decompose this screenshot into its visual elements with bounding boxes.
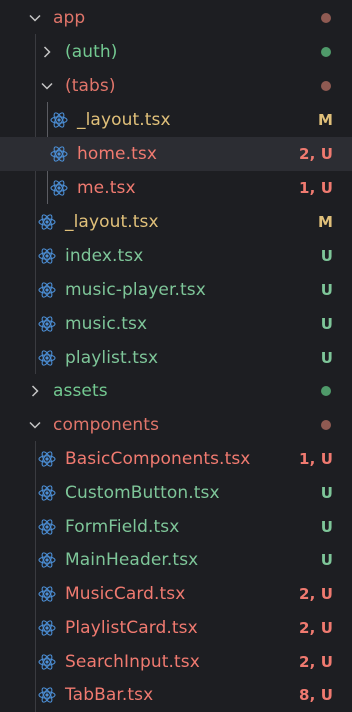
git-status: M <box>317 111 333 129</box>
git-status: 2, U <box>299 145 333 163</box>
react-icon <box>38 349 56 367</box>
file-label: _layout.tsx <box>65 212 159 232</box>
git-status: U <box>320 551 333 569</box>
file-app-layout[interactable]: _layout.tsx M <box>0 205 352 239</box>
git-status: 2, U <box>299 653 333 671</box>
folder-label: (auth) <box>65 42 118 62</box>
git-status: U <box>320 315 333 333</box>
chevron-down-icon <box>27 10 43 26</box>
file-label: BasicComponents.tsx <box>65 449 251 469</box>
file-label: music-player.tsx <box>65 280 206 300</box>
file-label: MusicCard.tsx <box>65 584 186 604</box>
file-label: TabBar.tsx <box>65 685 154 705</box>
git-status: U <box>320 518 333 536</box>
file-label: _layout.tsx <box>77 110 171 130</box>
file-label: MainHeader.tsx <box>65 550 199 570</box>
folder-label: assets <box>53 381 108 401</box>
git-status: M <box>317 213 333 231</box>
file-label: CustomButton.tsx <box>65 483 220 503</box>
folder-auth[interactable]: (auth) <box>0 35 352 69</box>
git-status: U <box>320 281 333 299</box>
react-icon <box>38 619 56 637</box>
react-icon <box>38 450 56 468</box>
react-icon <box>38 518 56 536</box>
folder-app[interactable]: app <box>0 1 352 35</box>
react-icon <box>38 653 56 671</box>
folder-label: app <box>53 8 86 28</box>
react-icon <box>50 179 68 197</box>
status-dot <box>321 13 331 23</box>
git-status: 1, U <box>299 179 333 197</box>
status-dot <box>321 420 331 430</box>
react-icon <box>38 551 56 569</box>
git-status: U <box>320 247 333 265</box>
react-icon <box>38 213 56 231</box>
status-dot <box>321 386 331 396</box>
file-music[interactable]: music.tsx U <box>0 307 352 341</box>
react-icon <box>38 686 56 704</box>
git-status: U <box>320 349 333 367</box>
chevron-right-icon <box>27 383 43 399</box>
react-icon <box>50 111 68 129</box>
react-icon <box>38 281 56 299</box>
file-playlist-card[interactable]: PlaylistCard.tsx 2, U <box>0 611 352 645</box>
file-label: FormField.tsx <box>65 517 180 537</box>
git-status: 8, U <box>299 686 333 704</box>
git-status: 2, U <box>299 585 333 603</box>
file-label: SearchInput.tsx <box>65 652 200 672</box>
folder-components[interactable]: components <box>0 408 352 442</box>
folder-label: components <box>53 415 160 435</box>
file-search-input[interactable]: SearchInput.tsx 2, U <box>0 645 352 679</box>
react-icon <box>38 484 56 502</box>
file-custom-button[interactable]: CustomButton.tsx U <box>0 476 352 510</box>
file-explorer-tree: app (auth) (tabs) _layout.tsx M home.tsx… <box>0 0 352 712</box>
file-music-card[interactable]: MusicCard.tsx 2, U <box>0 577 352 611</box>
file-main-header[interactable]: MainHeader.tsx U <box>0 543 352 577</box>
file-label: playlist.tsx <box>65 348 159 368</box>
git-status: 1, U <box>299 450 333 468</box>
file-form-field[interactable]: FormField.tsx U <box>0 510 352 544</box>
react-icon <box>50 145 68 163</box>
status-dot <box>321 47 331 57</box>
file-label: me.tsx <box>77 178 136 198</box>
file-label: index.tsx <box>65 246 144 266</box>
react-icon <box>38 585 56 603</box>
file-home[interactable]: home.tsx 2, U <box>0 137 352 171</box>
file-label: PlaylistCard.tsx <box>65 618 198 638</box>
git-status: U <box>320 484 333 502</box>
chevron-down-icon <box>27 417 43 433</box>
file-label: home.tsx <box>77 144 157 164</box>
file-music-player[interactable]: music-player.tsx U <box>0 273 352 307</box>
status-dot <box>321 81 331 91</box>
file-basic-components[interactable]: BasicComponents.tsx 1, U <box>0 442 352 476</box>
file-index[interactable]: index.tsx U <box>0 239 352 273</box>
folder-assets[interactable]: assets <box>0 374 352 408</box>
file-tabs-layout[interactable]: _layout.tsx M <box>0 103 352 137</box>
file-me[interactable]: me.tsx 1, U <box>0 171 352 205</box>
react-icon <box>38 315 56 333</box>
file-playlist[interactable]: playlist.tsx U <box>0 341 352 375</box>
git-status: 2, U <box>299 619 333 637</box>
react-icon <box>38 247 56 265</box>
file-tab-bar[interactable]: TabBar.tsx 8, U <box>0 678 352 712</box>
file-label: music.tsx <box>65 314 148 334</box>
chevron-right-icon <box>39 44 55 60</box>
folder-tabs[interactable]: (tabs) <box>0 69 352 103</box>
folder-label: (tabs) <box>65 76 116 96</box>
chevron-down-icon <box>39 78 55 94</box>
